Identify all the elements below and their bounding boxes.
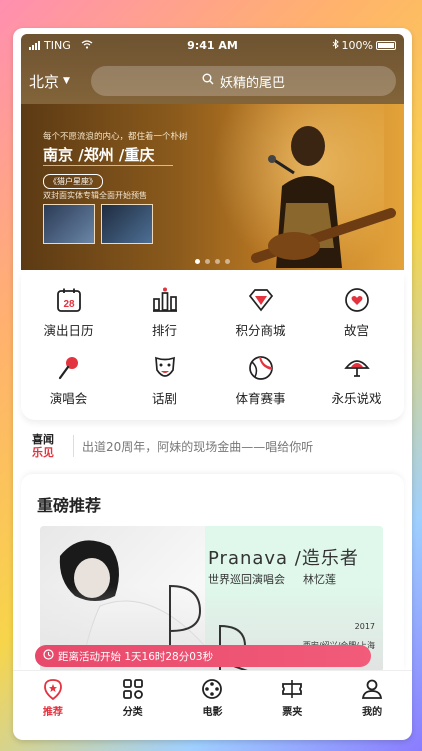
category-concert[interactable]: 演唱会 (21, 354, 116, 412)
caret-down-icon: ▼ (63, 76, 70, 86)
category-label: 演唱会 (49, 391, 88, 406)
banner-subtitle: 每个不愿流浪的内心，都住着一个朴树 (43, 132, 188, 142)
banner-tag: 《猎户星座》 (43, 174, 103, 189)
tab-tickets[interactable]: 票夹 (252, 671, 332, 722)
carousel-dot[interactable] (195, 259, 200, 264)
album-cover-thumb (43, 204, 95, 244)
category-label: 积分商城 (235, 323, 286, 338)
home-star-icon (43, 679, 62, 701)
clock-icon (43, 649, 54, 663)
banner-description: 双封面实体专辑全面开始预售 (43, 191, 147, 200)
tab-label: 推荐 (42, 707, 63, 718)
battery-percent: 100% (341, 38, 373, 52)
news-logo-bottom: 乐见 (32, 446, 54, 459)
category-label: 演出日历 (43, 323, 94, 338)
film-reel-icon (202, 679, 223, 699)
show-year: 2017 (354, 622, 375, 631)
search-icon (202, 73, 214, 89)
drama-mask-icon (154, 356, 175, 377)
category-label: 体育赛事 (235, 391, 286, 406)
category-label: 排行 (151, 323, 177, 338)
tab-label: 我的 (362, 707, 383, 718)
microphone-icon (58, 357, 78, 380)
signal-icon (29, 40, 40, 50)
category-sports[interactable]: 体育赛事 (213, 354, 308, 412)
show-subtitle: 世界巡回演唱会 林忆莲 (208, 571, 336, 587)
category-ranking[interactable]: 排行 (117, 286, 212, 344)
recommend-section: 重磅推荐 Pranava /造乐者 世界巡回演唱会林忆莲 2017 西安/绍兴/… (21, 474, 404, 672)
heart-icon (344, 288, 369, 312)
promo-banner[interactable]: 每个不愿流浪的内心，都住着一个朴树 南京 /郑州 /重庆 《猎户星座》 双封面实… (21, 104, 404, 270)
status-time: 9:41 AM (187, 38, 238, 52)
countdown-text: 距离活动开始 1天16时28分03秒 (58, 650, 214, 663)
artist-name: 林忆莲 (303, 573, 336, 586)
news-headline: 出道20周年，阿妹的现场金曲——唱给你听 (82, 439, 314, 454)
fan-icon (343, 360, 370, 377)
category-label: 永乐说戏 (331, 391, 382, 406)
city-selector[interactable]: 北京 ▼ (29, 71, 91, 92)
calendar-icon: 28 (56, 288, 81, 312)
banner-divider (43, 165, 173, 166)
tab-recommend[interactable]: 推荐 (13, 671, 93, 722)
carousel-dot[interactable] (205, 259, 210, 264)
album-cover-thumb (101, 204, 153, 244)
news-logo: 喜闻 乐见 (21, 429, 65, 463)
tab-label: 电影 (202, 707, 223, 718)
category-drama[interactable]: 话剧 (117, 354, 212, 412)
category-show-calendar[interactable]: 28 演出日历 (21, 286, 116, 344)
news-ticker[interactable]: 喜闻 乐见 出道20周年，阿妹的现场金曲——唱给你听 (21, 426, 404, 466)
header-area: TING 9:41 AM 100% 北京 ▼ 妖精的尾巴 每个不愿流浪的内心，都… (21, 34, 404, 270)
battery-icon (376, 40, 396, 50)
ticket-icon (282, 680, 303, 698)
tab-label: 分类 (122, 707, 143, 718)
carousel-dot[interactable] (225, 259, 230, 264)
svg-text:28: 28 (63, 299, 75, 310)
bottom-tab-bar: 推荐 分类 电影 票夹 我的 (13, 670, 412, 722)
divider (73, 435, 74, 457)
search-input[interactable]: 妖精的尾巴 (91, 66, 396, 96)
bluetooth-icon (332, 38, 339, 52)
category-grid: 28 演出日历 排行 积分商城 故宫 演唱会 话剧 体育赛事 永乐说戏 (21, 272, 404, 420)
tab-profile[interactable]: 我的 (332, 671, 412, 722)
phone-screen: TING 9:41 AM 100% 北京 ▼ 妖精的尾巴 每个不愿流浪的内心，都… (13, 28, 412, 740)
category-opera-talk[interactable]: 永乐说戏 (309, 354, 404, 412)
carrier-name: TING (44, 38, 71, 52)
performer-image (251, 126, 396, 268)
tour-name: 世界巡回演唱会 (208, 573, 285, 586)
category-points-mall[interactable]: 积分商城 (213, 286, 308, 344)
category-label: 故宫 (343, 323, 369, 338)
countdown-bar: 距离活动开始 1天16时28分03秒 (35, 645, 371, 667)
tab-movie[interactable]: 电影 (173, 671, 253, 722)
tab-label: 票夹 (282, 707, 303, 718)
wifi-icon (81, 39, 93, 52)
diamond-icon (248, 289, 273, 312)
banner-cities: 南京 /郑州 /重庆 (43, 146, 155, 164)
news-logo-top: 喜闻 (32, 433, 54, 446)
search-row: 北京 ▼ 妖精的尾巴 (21, 64, 404, 98)
ranking-icon (152, 287, 177, 312)
city-label: 北京 (29, 72, 60, 91)
category-palace[interactable]: 故宫 (309, 286, 404, 344)
user-icon (362, 679, 383, 699)
category-label: 话剧 (151, 391, 177, 406)
search-placeholder: 妖精的尾巴 (219, 75, 285, 91)
carousel-dots (21, 259, 404, 264)
status-bar: TING 9:41 AM 100% (21, 34, 404, 56)
tab-category[interactable]: 分类 (93, 671, 173, 722)
grid-icon (122, 679, 143, 699)
ball-icon (248, 356, 273, 380)
carousel-dot[interactable] (215, 259, 220, 264)
section-title: 重磅推荐 (37, 496, 102, 515)
show-name: Pranava /造乐者 (208, 548, 359, 569)
